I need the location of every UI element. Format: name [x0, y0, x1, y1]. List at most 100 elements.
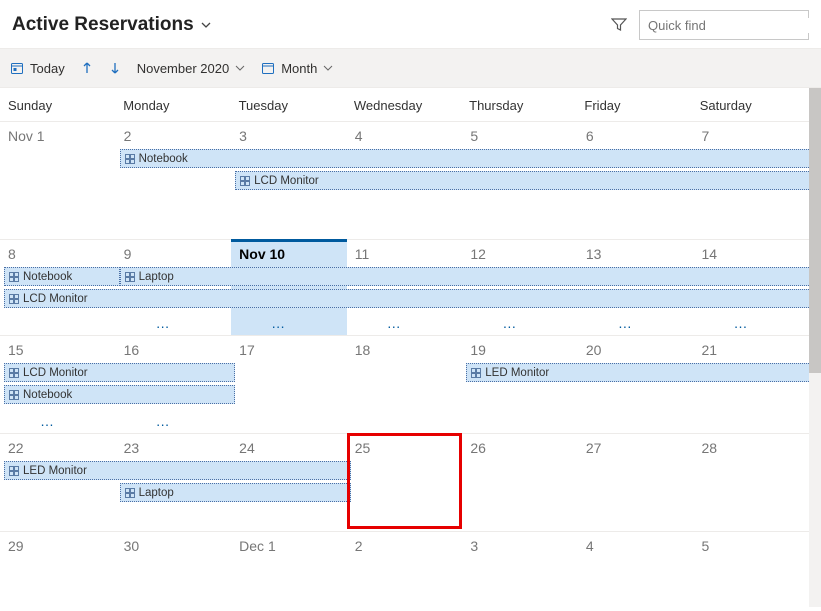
next-button[interactable]: [109, 61, 121, 75]
event-label: Laptop: [139, 487, 174, 499]
cell-date: 18: [355, 342, 371, 358]
search-input[interactable]: [648, 18, 821, 33]
reservation-event[interactable]: LCD Monitor: [235, 171, 813, 190]
event-label: LCD Monitor: [254, 175, 319, 187]
event-label: LED Monitor: [23, 465, 87, 477]
calendar-cell[interactable]: Nov 1: [0, 121, 116, 239]
cell-date: 8: [8, 246, 16, 262]
calendar-cell[interactable]: 29: [0, 531, 116, 611]
reservation-icon: [125, 488, 135, 498]
calendar-week: 2223 24 2526 27 28 LED Monitor Laptop: [0, 433, 809, 531]
event-label: LED Monitor: [485, 367, 549, 379]
calendar-week: Nov 1234567NotebookLCD Monitor: [0, 121, 809, 239]
cell-date: 24: [239, 440, 255, 456]
cell-date: 14: [701, 246, 717, 262]
calendar-cell[interactable]: 4: [578, 531, 694, 611]
calendar-cell[interactable]: 25: [347, 433, 463, 531]
day-name: Friday: [578, 98, 693, 113]
period-dropdown[interactable]: November 2020: [137, 61, 246, 76]
calendar-week: 15161718192021LCD MonitorNotebookLED Mon…: [0, 335, 809, 433]
cell-date: 21: [701, 342, 717, 358]
view-title: Active Reservations: [12, 14, 194, 36]
more-events[interactable]: …: [116, 413, 172, 429]
calendar-cell[interactable]: 30: [116, 531, 232, 611]
reservation-icon: [9, 390, 19, 400]
cell-date: 5: [701, 538, 709, 554]
reservation-icon: [125, 154, 135, 164]
cell-date: 27: [586, 440, 602, 456]
event-label: LCD Monitor: [23, 367, 88, 379]
today-button[interactable]: Today: [10, 61, 65, 76]
reservation-event[interactable]: LCD Monitor: [4, 289, 813, 308]
cell-date: 29: [8, 538, 24, 554]
day-name: Monday: [117, 98, 232, 113]
scrollbar[interactable]: [809, 88, 821, 607]
day-name: Sunday: [2, 98, 117, 113]
cell-date: 9: [124, 246, 132, 262]
chevron-down-icon: [235, 63, 245, 73]
filter-icon[interactable]: [611, 17, 627, 33]
day-name: Saturday: [694, 98, 809, 113]
reservation-event[interactable]: Notebook: [4, 385, 235, 404]
event-label: Laptop: [139, 271, 174, 283]
cell-date: 5: [470, 128, 478, 144]
prev-button[interactable]: [81, 61, 93, 75]
cell-date: 2: [124, 128, 132, 144]
calendar-cell[interactable]: 23: [116, 433, 232, 531]
day-name: Wednesday: [348, 98, 463, 113]
calendar-cell[interactable]: 28: [693, 433, 809, 531]
reservation-event[interactable]: Notebook: [4, 267, 120, 286]
more-events[interactable]: …: [462, 315, 518, 331]
more-events[interactable]: …: [0, 413, 56, 429]
calendar-cell[interactable]: 2: [116, 121, 232, 239]
search-box[interactable]: [639, 10, 809, 40]
calendar-cell[interactable]: 24: [231, 433, 347, 531]
cell-date: 19: [470, 342, 486, 358]
cell-date: 16: [124, 342, 140, 358]
more-events[interactable]: …: [231, 315, 287, 331]
reservation-event[interactable]: LCD Monitor: [4, 363, 235, 382]
day-name: Thursday: [463, 98, 578, 113]
calendar-cell[interactable]: 27: [578, 433, 694, 531]
reservation-icon: [125, 272, 135, 282]
cell-date: 20: [586, 342, 602, 358]
more-events[interactable]: …: [578, 315, 634, 331]
cell-date: 4: [355, 128, 363, 144]
view-mode-dropdown[interactable]: Month: [261, 61, 333, 76]
more-events[interactable]: …: [693, 315, 749, 331]
cell-date: Nov 1: [8, 128, 45, 144]
cell-date: 17: [239, 342, 255, 358]
cell-date: 28: [701, 440, 717, 456]
more-events[interactable]: …: [347, 315, 403, 331]
day-header: SundayMondayTuesdayWednesdayThursdayFrid…: [0, 88, 809, 121]
calendar-today-icon: [10, 61, 24, 75]
calendar-cell[interactable]: 2: [347, 531, 463, 611]
calendar-cell[interactable]: 26: [462, 433, 578, 531]
calendar-cell[interactable]: Dec 1: [231, 531, 347, 611]
cell-date: 3: [470, 538, 478, 554]
more-events[interactable]: …: [116, 315, 172, 331]
calendar-week: 29 30Dec 123 4 5: [0, 531, 809, 611]
cell-date: Nov 10: [239, 246, 285, 262]
chevron-down-icon: [200, 19, 212, 31]
reservation-event[interactable]: Laptop: [120, 483, 351, 502]
view-title-dropdown[interactable]: Active Reservations: [12, 14, 611, 36]
reservation-event[interactable]: LED Monitor: [4, 461, 351, 480]
cell-date: 7: [701, 128, 709, 144]
cell-date: 4: [586, 538, 594, 554]
event-label: LCD Monitor: [23, 293, 88, 305]
reservation-icon: [240, 176, 250, 186]
event-label: Notebook: [23, 389, 72, 401]
reservation-event[interactable]: LED Monitor: [466, 363, 813, 382]
calendar-cell[interactable]: 22: [0, 433, 116, 531]
reservation-icon: [9, 294, 19, 304]
reservation-event[interactable]: Laptop: [120, 267, 813, 286]
calendar-week: 89Nov 1011121314NotebookLaptopLCD Monito…: [0, 239, 809, 335]
calendar-cell[interactable]: 3: [462, 531, 578, 611]
calendar-cell[interactable]: 5: [693, 531, 809, 611]
cell-date: 6: [586, 128, 594, 144]
reservation-event[interactable]: Notebook: [120, 149, 813, 168]
cell-date: 12: [470, 246, 486, 262]
scrollbar-thumb[interactable]: [809, 88, 821, 373]
chevron-down-icon: [323, 63, 333, 73]
